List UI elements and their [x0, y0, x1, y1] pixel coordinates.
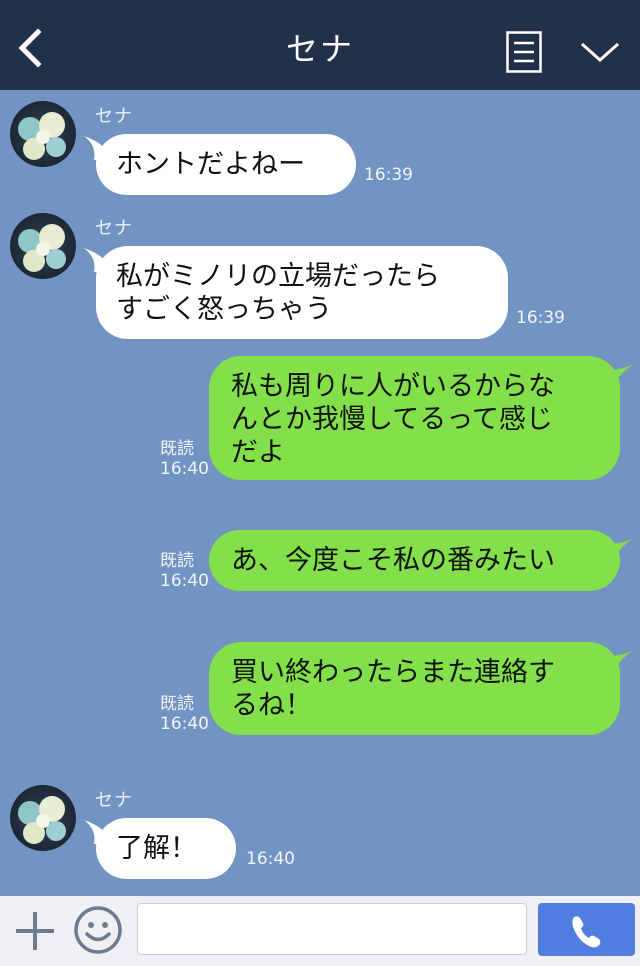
sender-name: セナ: [95, 106, 133, 127]
avatar[interactable]: [10, 213, 76, 279]
chat-title: セナ: [285, 30, 354, 68]
message-input[interactable]: [137, 903, 527, 955]
read-receipt: 既読: [160, 694, 194, 714]
bubble-tail: [608, 648, 636, 672]
bubble-tail: [608, 362, 636, 386]
message-bubble: 私も周りに人がいるからな んとか我慢してるって感じ だよ: [209, 356, 620, 480]
message-time: 16:40: [160, 714, 209, 734]
message-bubble: ホントだよねー: [96, 134, 356, 195]
call-button[interactable]: [538, 903, 635, 956]
chat-header: セナ: [0, 0, 640, 90]
bubble-tail: [608, 536, 636, 560]
menu-list-icon[interactable]: [506, 31, 542, 73]
message-bubble: あ、今度こそ私の番みたい: [209, 530, 620, 591]
read-receipt: 既読: [160, 439, 194, 459]
sender-name: セナ: [95, 218, 133, 239]
sender-name: セナ: [95, 790, 133, 811]
rose-bouquet-icon: [18, 112, 66, 160]
avatar[interactable]: [10, 785, 76, 851]
chevron-down-icon[interactable]: [578, 36, 622, 66]
message-bubble: 買い終わったらまた連絡す るね！: [209, 642, 620, 735]
plus-icon[interactable]: [14, 910, 56, 952]
phone-icon: [572, 916, 601, 948]
emoji-icon[interactable]: [73, 905, 123, 955]
message-time: 16:39: [364, 165, 413, 185]
message-time: 16:40: [160, 571, 209, 591]
message-bubble: 私がミノリの立場だったら すごく怒っちゃう: [96, 246, 508, 339]
message-time: 16:39: [516, 308, 565, 328]
message-time: 16:40: [246, 849, 295, 869]
message-bubble: 了解！: [96, 818, 236, 879]
rose-bouquet-icon: [18, 796, 66, 844]
rose-bouquet-icon: [18, 224, 66, 272]
message-time: 16:40: [160, 459, 209, 479]
read-receipt: 既読: [160, 551, 194, 571]
avatar[interactable]: [10, 101, 76, 167]
